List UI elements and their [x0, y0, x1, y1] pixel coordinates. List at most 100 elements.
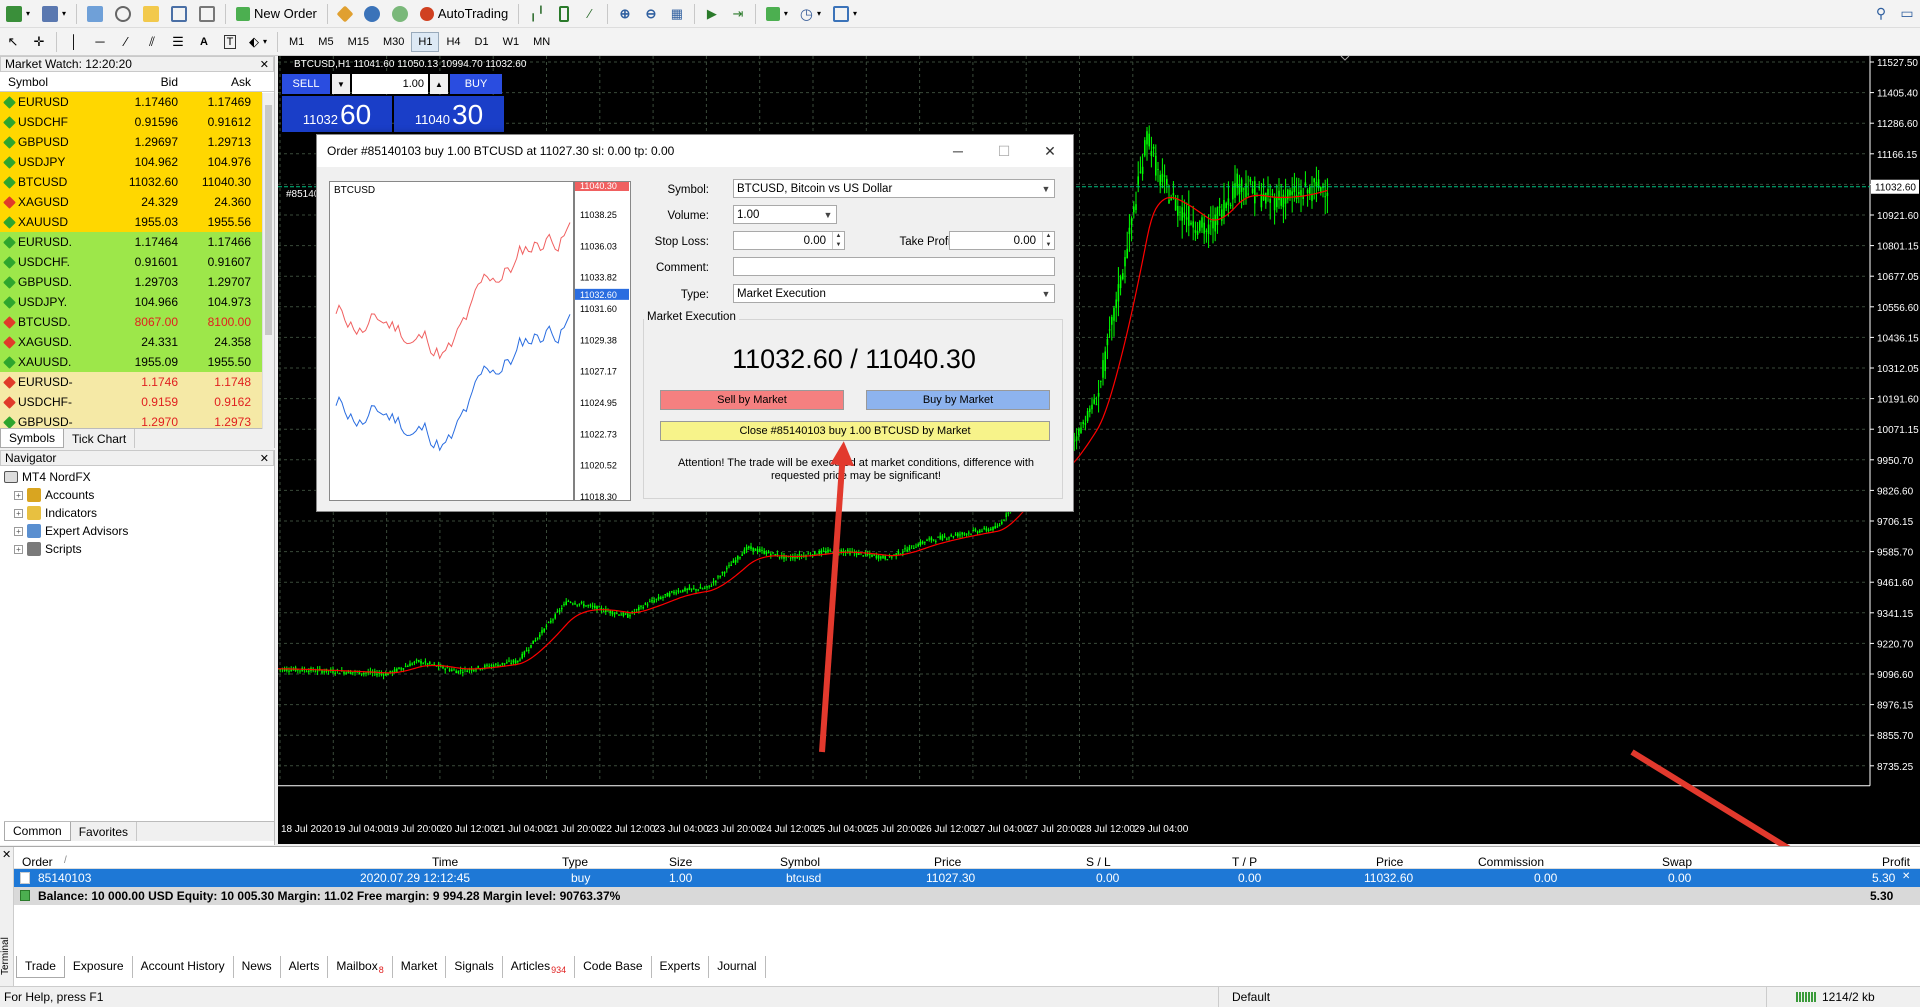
market-button[interactable] [388, 3, 412, 25]
auto-scroll-button[interactable]: ▶ [701, 3, 723, 25]
minimize-button[interactable]: ─ [935, 135, 981, 167]
tab-code-base[interactable]: Code Base [575, 956, 652, 978]
timeframe-h1[interactable]: H1 [411, 31, 440, 52]
buy-by-market-button[interactable]: Buy by Market [866, 390, 1050, 410]
market-watch-row[interactable]: GBPUSD 1.29697 1.29713 [0, 132, 262, 152]
chart-shift-button[interactable]: ⇥ [727, 3, 749, 25]
tab-symbols[interactable]: Symbols [0, 429, 65, 448]
market-watch-row[interactable]: USDCHF- 0.9159 0.9162 [0, 392, 262, 412]
col-ask[interactable]: Ask [182, 72, 255, 91]
quick-sell-button[interactable]: SELL [282, 74, 330, 94]
tab-news[interactable]: News [234, 956, 281, 978]
quick-buy-price[interactable]: 11040 30 [394, 96, 504, 132]
navigator-item-accounts[interactable]: + Accounts [4, 486, 270, 504]
col-symbol[interactable]: Symbol [0, 72, 112, 91]
terminal-button[interactable] [167, 3, 191, 25]
market-watch-row[interactable]: XAGUSD. 24.331 24.358 [0, 332, 262, 352]
tab-experts[interactable]: Experts [652, 956, 710, 978]
candlestick-button[interactable] [553, 3, 575, 25]
hdr-type[interactable]: Type [562, 855, 588, 869]
hdr-sl[interactable]: S / L [1086, 855, 1111, 869]
tab-alerts[interactable]: Alerts [281, 956, 329, 978]
market-watch-row[interactable]: BTCUSD 11032.60 11040.30 [0, 172, 262, 192]
navigator-item-expert-advisors[interactable]: + Expert Advisors [4, 522, 270, 540]
navigator-item-indicators[interactable]: + Indicators [4, 504, 270, 522]
navigator-button[interactable] [139, 3, 163, 25]
hdr-symbol[interactable]: Symbol [780, 855, 820, 869]
vertical-line-tool[interactable]: │ [63, 31, 85, 53]
volume-select[interactable]: 1.00 ▼ [733, 205, 837, 224]
hdr-profit[interactable]: Profit [1882, 855, 1910, 869]
chat-button[interactable]: ▭ [1896, 3, 1918, 25]
tab-journal[interactable]: Journal [709, 956, 766, 978]
strategy-tester-button[interactable] [195, 3, 219, 25]
new-chart-button[interactable]: ▾ [2, 3, 34, 25]
cursor-tool[interactable]: ↖ [2, 31, 24, 53]
navigator-item-scripts[interactable]: + Scripts [4, 540, 270, 558]
tab-articles[interactable]: Articles 934 [503, 956, 576, 978]
market-watch-row[interactable]: USDJPY. 104.966 104.973 [0, 292, 262, 312]
data-window-button[interactable] [111, 3, 135, 25]
tab-exposure[interactable]: Exposure [65, 956, 133, 978]
quick-sell-price[interactable]: 11032 60 [282, 96, 392, 132]
market-watch-row[interactable]: EURUSD. 1.17464 1.17466 [0, 232, 262, 252]
tab-market[interactable]: Market [393, 956, 447, 978]
timeframe-w1[interactable]: W1 [496, 32, 527, 52]
tab-trade[interactable]: Trade [16, 956, 65, 978]
tab-mailbox[interactable]: Mailbox 8 [328, 956, 393, 978]
take-profit-spinner[interactable]: ▲ ▼ [1042, 232, 1054, 249]
expand-icon[interactable]: + [14, 508, 23, 518]
text-tool[interactable]: A [193, 31, 215, 53]
stop-loss-spinner[interactable]: ▲ ▼ [832, 232, 844, 249]
close-icon[interactable]: ✕ [260, 58, 269, 71]
close-button[interactable]: ✕ [1027, 135, 1073, 167]
close-icon[interactable]: ✕ [2, 848, 11, 861]
new-order-button[interactable]: New Order [232, 3, 321, 25]
zoom-in-button[interactable]: ⊕ [614, 3, 636, 25]
expand-icon[interactable]: + [14, 526, 23, 536]
market-watch-row[interactable]: GBPUSD. 1.29703 1.29707 [0, 272, 262, 292]
volume-down-button[interactable]: ▼ [332, 74, 350, 94]
hdr-order[interactable]: Order [22, 855, 53, 869]
take-profit-input[interactable]: 0.00 ▲ ▼ [949, 231, 1055, 250]
maximize-button[interactable]: ☐ [981, 135, 1027, 167]
market-watch-row[interactable]: XAUUSD 1955.03 1955.56 [0, 212, 262, 232]
symbol-select[interactable]: BTCUSD, Bitcoin vs US Dollar ▼ [733, 179, 1055, 198]
timeframe-m1[interactable]: M1 [282, 32, 311, 52]
quick-buy-button[interactable]: BUY [450, 74, 502, 94]
timeframe-m5[interactable]: M5 [311, 32, 340, 52]
hdr-price2[interactable]: Price [1376, 855, 1403, 869]
market-watch-row[interactable]: BTCUSD. 8067.00 8100.00 [0, 312, 262, 332]
expand-icon[interactable]: + [14, 544, 23, 554]
tab-signals[interactable]: Signals [446, 956, 503, 978]
sell-by-market-button[interactable]: Sell by Market [660, 390, 844, 410]
hdr-time[interactable]: Time [432, 855, 458, 869]
market-watch-row[interactable]: GBPUSD- 1.2970 1.2973 [0, 412, 262, 428]
tile-windows-button[interactable]: ▦ [666, 3, 688, 25]
hdr-size[interactable]: Size [669, 855, 692, 869]
tab-account-history[interactable]: Account History [133, 956, 234, 978]
autotrading-button[interactable]: AutoTrading [416, 3, 512, 25]
fibonacci-tool[interactable]: ☰ [167, 31, 189, 53]
horizontal-line-tool[interactable]: ─ [89, 31, 111, 53]
market-watch-row[interactable]: USDJPY 104.962 104.976 [0, 152, 262, 172]
trendline-tool[interactable]: ∕ [115, 31, 137, 53]
label-tool[interactable]: T [219, 31, 241, 53]
channel-tool[interactable]: ⫽ [141, 31, 163, 53]
market-watch-row[interactable]: USDCHF 0.91596 0.91612 [0, 112, 262, 132]
templates-button[interactable]: ▾ [829, 3, 861, 25]
periods-button[interactable]: ◷ ▾ [796, 3, 825, 25]
type-select[interactable]: Market Execution ▼ [733, 284, 1055, 303]
crosshair-tool[interactable]: ✛ [28, 31, 50, 53]
line-chart-button[interactable]: ∕ [579, 3, 601, 25]
hdr-price[interactable]: Price [934, 855, 961, 869]
bar-chart-button[interactable]: ╷╵ [525, 3, 549, 25]
col-bid[interactable]: Bid [112, 72, 182, 91]
timeframe-d1[interactable]: D1 [468, 32, 496, 52]
indicators-button[interactable]: ▾ [762, 3, 792, 25]
timeframe-m30[interactable]: M30 [376, 32, 411, 52]
profiles-button[interactable]: ▾ [38, 3, 70, 25]
signals-button[interactable] [360, 3, 384, 25]
close-position-icon[interactable]: ✕ [1902, 871, 1910, 882]
market-watch-row[interactable]: XAGUSD 24.329 24.360 [0, 192, 262, 212]
